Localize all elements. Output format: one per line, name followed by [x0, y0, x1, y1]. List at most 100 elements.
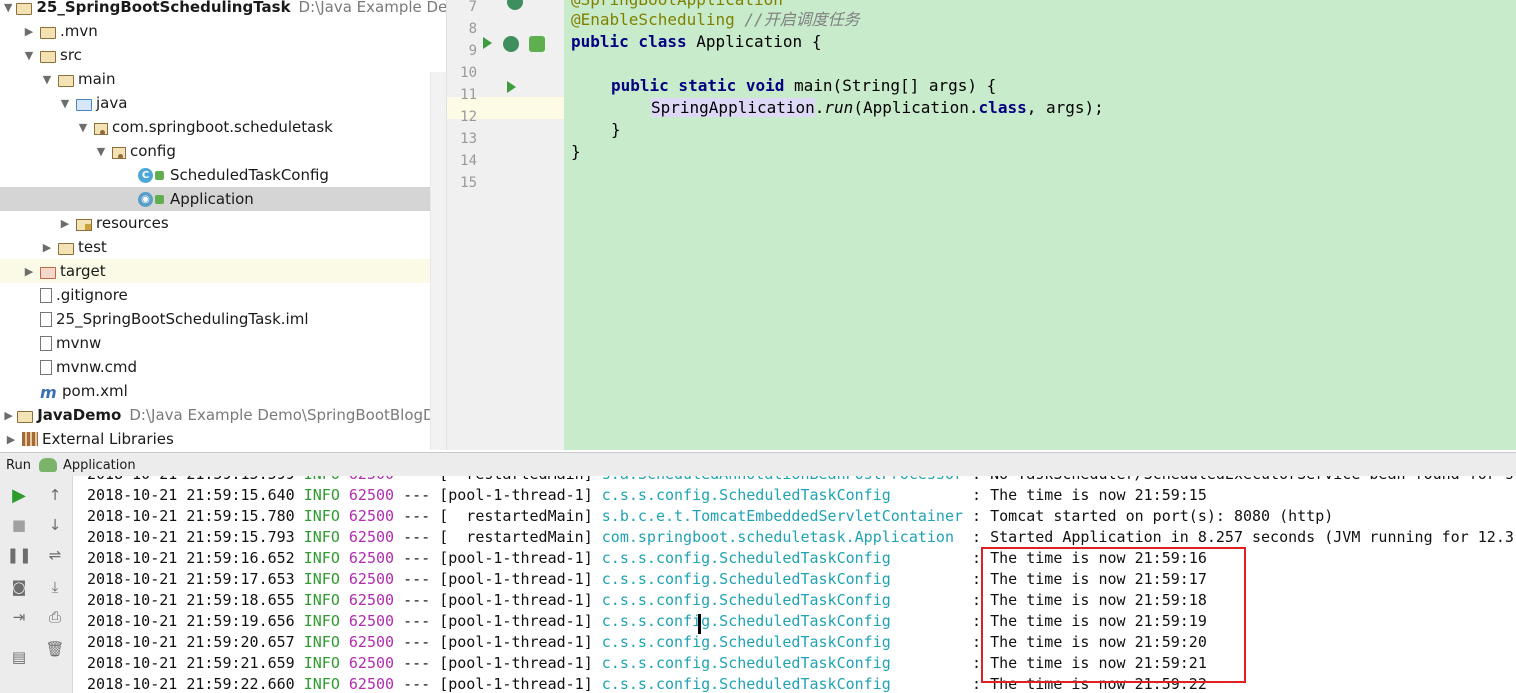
line-number: 14	[460, 153, 477, 169]
tree-item[interactable]: ▶ .mvn	[0, 19, 446, 43]
log-timestamp: 2018-10-21 21:59:15.793	[87, 528, 295, 546]
log-pid: 62500	[348, 654, 395, 672]
scroll-up-icon[interactable]: ↑	[44, 484, 66, 506]
spring-bean-icon[interactable]	[503, 36, 519, 52]
tree-item-label: java	[96, 94, 128, 112]
expand-arrow-icon[interactable]: ▼	[76, 121, 90, 134]
log-pid: 62500	[348, 486, 395, 504]
spring-context-icon[interactable]	[529, 36, 545, 52]
tree-item[interactable]: ▼ src	[0, 43, 446, 67]
code-editor[interactable]: @SpringBootApplication @EnableScheduling…	[564, 0, 1516, 450]
log-level: INFO	[304, 476, 340, 483]
tree-item-label: main	[78, 70, 116, 88]
log-separator: ---	[403, 612, 431, 630]
class-ref-text: SpringApplication	[651, 98, 815, 117]
console-line: 2018-10-21 21:59:15.780 INFO 62500 --- […	[87, 506, 1333, 527]
tree-item[interactable]: mvnw	[0, 331, 446, 355]
folder-icon	[17, 410, 34, 423]
collapse-arrow-icon[interactable]: ▶	[4, 409, 13, 422]
collapse-arrow-icon[interactable]: ▶	[22, 25, 36, 38]
libraries-icon	[22, 432, 38, 446]
log-level: INFO	[303, 654, 340, 672]
console-line: 2018-10-21 21:59:20.657 INFO 62500 --- […	[87, 632, 1207, 653]
folder-icon	[40, 26, 56, 39]
login-icon[interactable]: ⇥	[8, 606, 30, 628]
file-icon	[40, 359, 52, 375]
spring-app-icon: ◉	[138, 191, 153, 207]
log-thread: [pool-1-thread-1]	[439, 591, 593, 609]
log-thread: [pool-1-thread-1]	[439, 633, 593, 651]
keyword-text: class	[978, 98, 1027, 117]
camera-icon[interactable]: ◙	[8, 576, 30, 598]
log-message: : The time is now 21:59:19	[972, 612, 1207, 630]
package-icon	[112, 146, 126, 159]
log-separator: ---	[403, 654, 431, 672]
stop-icon[interactable]: ■	[8, 514, 30, 536]
tree-item[interactable]: m pom.xml	[0, 379, 446, 403]
tree-item[interactable]: ▼ config	[0, 139, 446, 163]
tree-item[interactable]: 25_SpringBootSchedulingTask.iml	[0, 307, 446, 331]
trash-icon[interactable]: 🗑	[44, 638, 66, 660]
line-number: 7	[468, 0, 477, 15]
expand-arrow-icon[interactable]: ▼	[94, 145, 108, 158]
run-tab-label[interactable]: Run	[6, 458, 31, 473]
collapse-arrow-icon[interactable]: ▶	[58, 217, 72, 230]
collapse-arrow-icon[interactable]: ▶	[40, 241, 54, 254]
log-thread: [ restartedMain]	[439, 507, 593, 525]
tree-item[interactable]: ▼ java	[0, 91, 446, 115]
tree-item[interactable]: ▼ main	[0, 67, 446, 91]
expand-arrow-icon[interactable]: ▼	[40, 73, 54, 86]
collapse-arrow-icon[interactable]: ▶	[4, 433, 18, 446]
log-level: INFO	[303, 591, 340, 609]
tree-item[interactable]: ▶ test	[0, 235, 446, 259]
collapse-arrow-icon[interactable]: ▶	[22, 265, 36, 278]
console-output[interactable]: 2018-10-21 21:59:15.599 INFO 62500 --- […	[73, 476, 1516, 693]
rerun-icon[interactable]: ▶	[8, 484, 30, 506]
tree-item[interactable]: mvnw.cmd	[0, 355, 446, 379]
run-gutter-icon[interactable]	[507, 81, 516, 93]
expand-arrow-icon[interactable]: ▼	[58, 97, 72, 110]
pause-icon[interactable]: ❚❚	[6, 544, 31, 566]
log-thread: [pool-1-thread-1]	[439, 654, 593, 672]
tree-item[interactable]: ▼ com.springboot.scheduletask	[0, 115, 446, 139]
tree-item-path: D:\Java Example Demo	[298, 0, 446, 16]
layout-icon[interactable]: ▤	[8, 646, 30, 668]
code-text: main(String[] args) {	[784, 76, 997, 95]
console-line: 2018-10-21 21:59:21.659 INFO 62500 --- […	[87, 653, 1207, 674]
spring-bean-icon[interactable]	[507, 0, 523, 10]
log-level: INFO	[303, 528, 340, 546]
file-icon	[40, 287, 52, 303]
soft-wrap-icon[interactable]: ⇌	[44, 544, 66, 566]
expand-arrow-icon[interactable]: ▼	[4, 1, 12, 14]
tree-scrollbar[interactable]	[430, 72, 446, 450]
expand-arrow-icon[interactable]: ▼	[22, 49, 36, 62]
run-config-name[interactable]: Application	[63, 458, 136, 473]
folder-icon	[58, 242, 74, 255]
tree-item[interactable]: C ScheduledTaskConfig	[0, 163, 446, 187]
file-icon	[40, 335, 52, 351]
tree-item[interactable]: ▶ resources	[0, 211, 446, 235]
tree-item[interactable]: ▶ JavaDemo D:\Java Example Demo\SpringBoot…	[0, 403, 446, 427]
log-message: : No TaskScheduler/ScheduledExecutorServ…	[972, 476, 1514, 483]
tree-item[interactable]: .gitignore	[0, 283, 446, 307]
log-logger: c.s.s.config.ScheduledTaskConfig	[601, 549, 964, 567]
scroll-down-icon[interactable]: ↓	[44, 514, 66, 536]
code-line-12: SpringApplication.run(Application.class,…	[651, 97, 1104, 119]
log-timestamp: 2018-10-21 21:59:20.657	[87, 633, 295, 651]
run-gutter-icon[interactable]	[483, 37, 492, 49]
code-line-14: }	[571, 141, 581, 163]
class-icon: C	[138, 167, 153, 183]
scroll-to-end-icon[interactable]: ⤓	[44, 576, 66, 598]
log-separator: ---	[403, 486, 431, 504]
tree-item[interactable]: ▶ target	[0, 259, 446, 283]
print-icon[interactable]: ⎙	[44, 606, 66, 628]
console-line: 2018-10-21 21:59:22.660 INFO 62500 --- […	[87, 674, 1207, 693]
log-pid: 62500	[348, 591, 395, 609]
log-pid: 62500	[348, 612, 395, 630]
tree-item[interactable]: ▼ 25_SpringBootSchedulingTask D:\Java Exam…	[0, 0, 446, 19]
tree-item[interactable]: ▶ External Libraries	[0, 427, 446, 450]
tree-item-label: JavaDemo	[37, 406, 122, 424]
keyword-text: public class	[571, 32, 687, 51]
console-line: 2018-10-21 21:59:16.652 INFO 62500 --- […	[87, 548, 1207, 569]
tree-item[interactable]: ◉ Application	[0, 187, 446, 211]
